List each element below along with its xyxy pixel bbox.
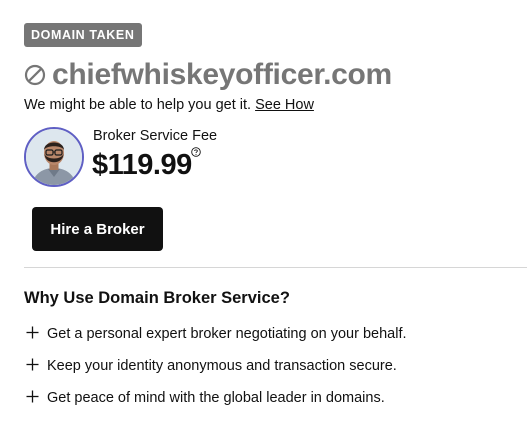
section-divider [24, 267, 527, 268]
benefit-text: Get a personal expert broker negotiating… [47, 326, 407, 342]
blocked-icon [24, 64, 46, 86]
see-how-link[interactable]: See How [255, 97, 314, 113]
help-text: We might be able to help you get it. [24, 97, 252, 113]
domain-name: chiefwhiskeyofficer.com [52, 58, 392, 91]
benefit-item: Get peace of mind with the global leader… [24, 382, 407, 414]
benefit-text: Get peace of mind with the global leader… [47, 390, 385, 406]
domain-result-panel: DOMAIN TAKEN chiefwhiskeyofficer.com We … [0, 0, 527, 439]
domain-heading: chiefwhiskeyofficer.com [24, 55, 392, 95]
why-section-title: Why Use Domain Broker Service? [24, 289, 290, 307]
broker-fee-label: Broker Service Fee [93, 128, 218, 144]
status-badge: DOMAIN TAKEN [24, 23, 142, 47]
benefit-item: Keep your identity anonymous and transac… [24, 350, 407, 382]
broker-fee-card: Broker Service Fee $119.99 [24, 127, 264, 191]
hire-broker-button[interactable]: Hire a Broker [32, 207, 163, 251]
broker-fee-price: $119.99 [92, 149, 192, 181]
help-text-line: We might be able to help you get it. See… [24, 97, 314, 113]
plus-icon [26, 390, 39, 402]
plus-icon [26, 358, 39, 370]
benefit-text: Keep your identity anonymous and transac… [47, 358, 397, 374]
broker-avatar [24, 127, 84, 187]
avatar-portrait [26, 129, 82, 185]
benefit-list: Get a personal expert broker negotiating… [24, 318, 407, 414]
question-circle-icon[interactable] [191, 147, 201, 157]
benefit-item: Get a personal expert broker negotiating… [24, 318, 407, 350]
plus-icon [26, 326, 39, 338]
